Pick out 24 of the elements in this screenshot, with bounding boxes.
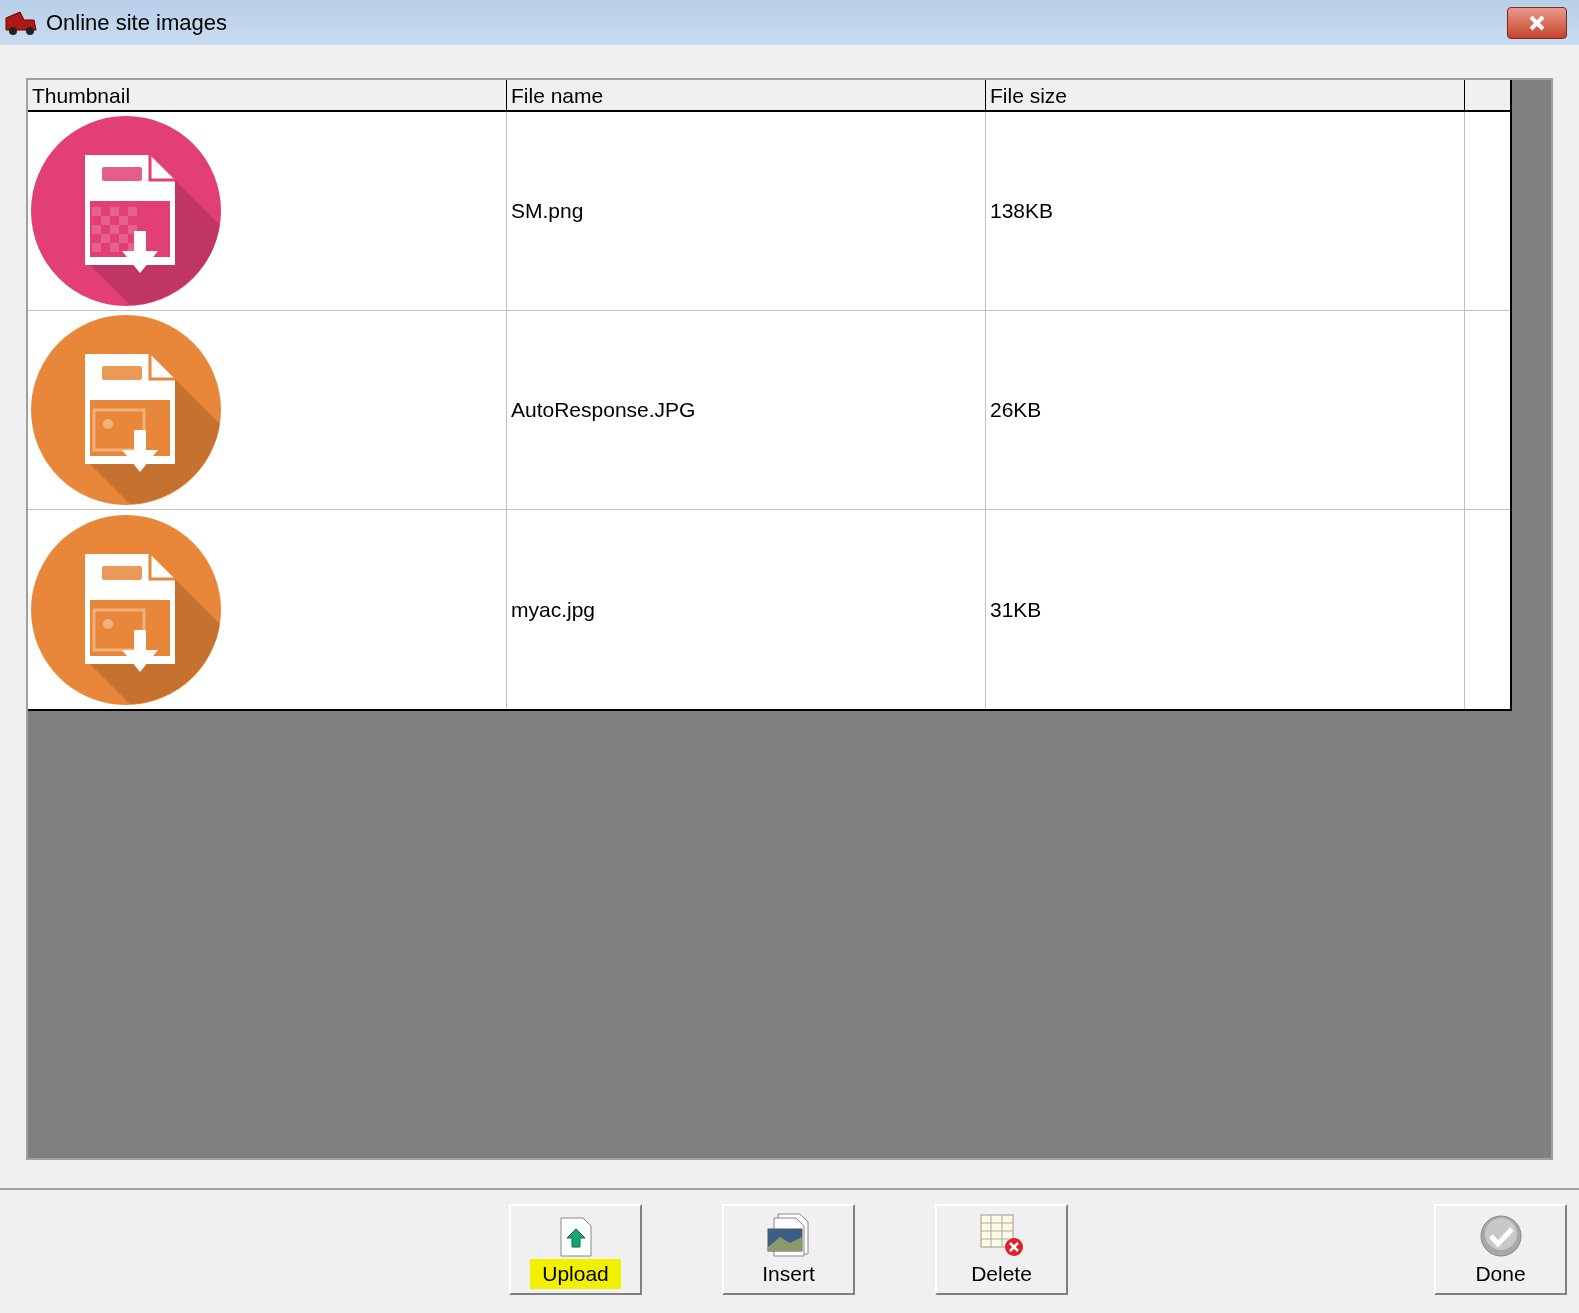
column-header[interactable]: File size (986, 80, 1465, 110)
file-name: AutoResponse.JPG (511, 397, 696, 424)
delete-table-icon (978, 1213, 1025, 1257)
file-size: 26KB (990, 397, 1042, 424)
column-header[interactable]: Thumbnail (28, 80, 507, 110)
table-row[interactable]: AutoResponse.JPG 26KB (28, 311, 1510, 510)
close-icon (1528, 14, 1546, 31)
window-title: Online site images (46, 9, 227, 37)
file-name: SM.png (511, 198, 584, 225)
table-row[interactable]: myac.jpg 31KB (28, 510, 1510, 709)
file-name: myac.jpg (511, 596, 596, 623)
toolbar-button[interactable]: Delete (935, 1204, 1068, 1295)
toolbar-button[interactable]: Done (1434, 1204, 1567, 1295)
file-size: 31KB (990, 596, 1042, 623)
toolbar-button[interactable]: Upload (509, 1204, 642, 1295)
column-header[interactable]: File name (507, 80, 986, 110)
toolbar-button[interactable]: Insert (722, 1204, 855, 1295)
picture-document-icon (765, 1213, 812, 1257)
close-button[interactable] (1507, 6, 1567, 39)
table-row[interactable]: SM.png 138KB (28, 112, 1510, 311)
check-icon (1479, 1215, 1522, 1257)
file-size: 138KB (990, 198, 1054, 225)
car-icon (4, 9, 38, 36)
upload-file-icon (558, 1217, 593, 1257)
